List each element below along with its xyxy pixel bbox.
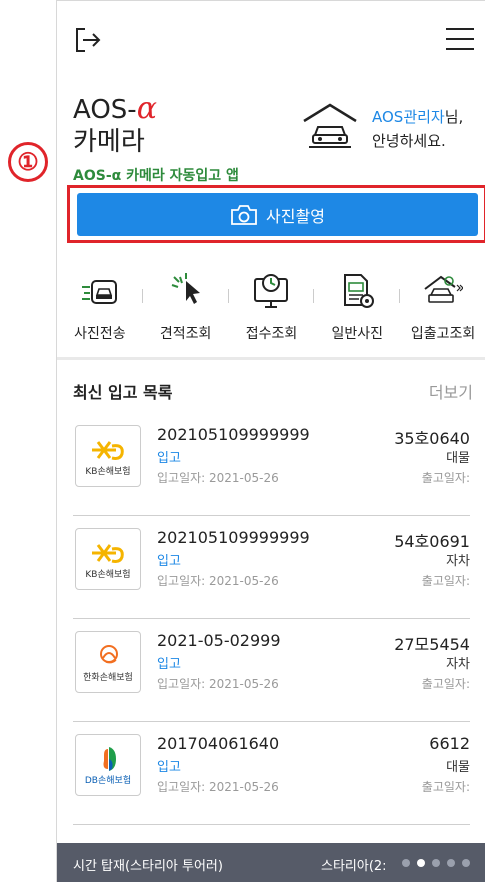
insurer-name: KB손해보험 (85, 570, 131, 580)
document-photo-icon (344, 274, 375, 308)
entry-date: 입고일자: 2021-05-26 (157, 677, 279, 691)
photo-send-icon (81, 280, 117, 304)
entry-type: 대물 (446, 451, 470, 466)
entry-id: 202105109999999 (157, 528, 310, 547)
user-greeting: AOS관리자님, 안녕하세요. (372, 105, 463, 153)
app-title-prefix: AOS- (73, 95, 137, 125)
hamburger-menu-icon[interactable] (446, 27, 474, 51)
take-photo-button[interactable]: 사진촬영 (77, 193, 478, 236)
entry-date: 입고일자: 2021-05-26 (157, 471, 279, 485)
step-marker: ① (8, 142, 48, 182)
entry-list: KB손해보험 202105109999999 입고 입고일자: 2021-05-… (57, 413, 485, 825)
admin-name: AOS관리자 (372, 108, 445, 126)
kb-logo-icon (92, 441, 124, 460)
app-screen: AOS-α 카메라 AOS-α 카메라 자동입고 앱 AOS관리자님, 안녕하세… (56, 0, 485, 882)
logout-icon[interactable] (73, 25, 103, 55)
app-subtitle: AOS-α 카메라 자동입고 앱 (73, 168, 239, 184)
app-title: AOS-α 카메라 (73, 93, 157, 158)
entry-status: 입고 (157, 451, 181, 466)
reception-clock-icon (254, 274, 289, 308)
ticker-pagination (402, 859, 470, 867)
ticker-text: 시간 탑재(스타리아 투어러) (73, 859, 223, 874)
greeting-text: 안녕하세요. (372, 132, 446, 150)
hanwha-logo-icon (100, 645, 118, 664)
entry-out-date: 출고일자: (421, 780, 470, 794)
quick-menu-photo-send[interactable]: 사진전송 (57, 263, 143, 353)
entry-plate: 54호0691 (394, 532, 470, 551)
quick-menu-reception[interactable]: 접수조회 (229, 263, 315, 353)
quick-menu-estimate[interactable]: 견적조회 (143, 263, 229, 353)
insurer-logo-kb: KB손해보험 (75, 425, 141, 487)
insurer-name: DB손해보험 (84, 776, 132, 786)
take-photo-label: 사진촬영 (266, 206, 325, 226)
ticker-text-next: 스타리아(2: (321, 859, 387, 874)
list-item[interactable]: 한화손해보험 2021-05-02999 입고 입고일자: 2021-05-26… (73, 619, 470, 722)
quick-menu: 사진전송 견적조회 접수조회 일반사진 입출고조회 (57, 263, 485, 353)
entry-out-date: 출고일자: (421, 677, 470, 691)
honorific: 님, (444, 108, 464, 126)
entry-plate: 27모5454 (394, 635, 470, 654)
pagination-dot[interactable] (402, 859, 410, 867)
entry-date: 입고일자: 2021-05-26 (157, 780, 279, 794)
list-item[interactable]: KB손해보험 202105109999999 입고 입고일자: 2021-05-… (73, 413, 470, 516)
quick-menu-label: 일반사진 (331, 326, 384, 342)
entry-plate: 6612 (429, 734, 470, 753)
camera-button-highlight: 사진촬영 (67, 185, 485, 243)
app-title-alpha: α (136, 91, 157, 126)
entry-id: 2021-05-02999 (157, 631, 281, 650)
entry-out-date: 출고일자: (421, 471, 470, 485)
db-logo-icon (103, 747, 116, 771)
insurer-logo-db: DB손해보험 (75, 734, 141, 796)
kb-logo-icon (92, 544, 124, 563)
quick-menu-in-out-search[interactable]: 입출고조회 (400, 263, 485, 353)
pagination-dot[interactable] (417, 859, 425, 867)
more-link[interactable]: 더보기 (429, 379, 473, 403)
quick-menu-general-photo[interactable]: 일반사진 (314, 263, 401, 353)
list-item[interactable]: KB손해보험 202105109999999 입고 입고일자: 2021-05-… (73, 516, 470, 619)
entry-date: 입고일자: 2021-05-26 (157, 574, 279, 588)
entry-id: 202105109999999 (157, 425, 310, 444)
insurer-logo-kb: KB손해보험 (75, 528, 141, 590)
insurer-name: 한화손해보험 (83, 673, 133, 683)
quick-menu-label: 견적조회 (159, 326, 212, 342)
entry-status: 입고 (157, 657, 181, 672)
top-bar (57, 1, 485, 73)
entry-type: 자차 (446, 554, 470, 569)
notice-ticker[interactable]: 시간 탑재(스타리아 투어러) 스타리아(2: (57, 843, 485, 882)
list-item[interactable]: DB손해보험 201704061640 입고 입고일자: 2021-05-26 … (73, 722, 470, 825)
recent-entries-header: 최신 입고 목록 더보기 (73, 379, 473, 403)
app-title-line2: 카메라 (73, 127, 145, 157)
garage-search-icon (424, 275, 464, 303)
entry-out-date: 출고일자: (421, 574, 470, 588)
pagination-dot[interactable] (462, 859, 470, 867)
section-divider (57, 357, 485, 360)
pagination-dot[interactable] (432, 859, 440, 867)
entry-id: 201704061640 (157, 734, 280, 753)
entry-type: 대물 (446, 760, 470, 775)
estimate-click-icon (171, 273, 200, 304)
insurer-logo-hanwha: 한화손해보험 (75, 631, 141, 693)
left-margin: ① (0, 0, 56, 882)
quick-menu-label: 사진전송 (74, 326, 126, 342)
pagination-dot[interactable] (447, 859, 455, 867)
entry-status: 입고 (157, 554, 181, 569)
quick-menu-label: 입출고조회 (410, 326, 476, 342)
camera-icon (231, 204, 257, 225)
quick-menu-label: 접수조회 (245, 326, 298, 342)
insurer-name: KB손해보험 (85, 467, 131, 477)
section-title: 최신 입고 목록 (73, 383, 173, 402)
entry-plate: 35호0640 (394, 429, 470, 448)
garage-car-icon (303, 103, 357, 148)
entry-type: 자차 (446, 657, 470, 672)
entry-status: 입고 (157, 760, 181, 775)
